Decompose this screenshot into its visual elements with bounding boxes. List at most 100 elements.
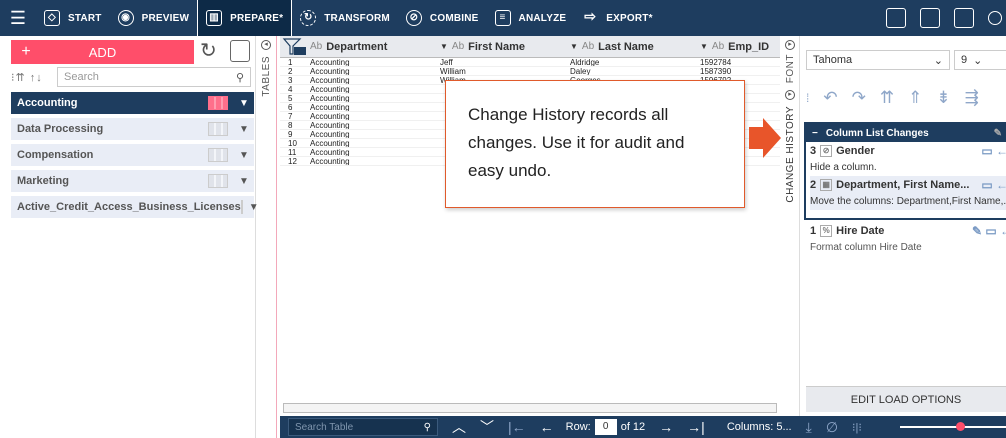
zoom-slider-knob[interactable] xyxy=(956,422,965,431)
filter-icon[interactable] xyxy=(280,36,310,58)
horizontal-scrollbar[interactable] xyxy=(283,403,777,413)
window-icon[interactable] xyxy=(920,8,940,28)
add-button[interactable]: + ADD xyxy=(11,40,194,64)
column-header-last-name[interactable]: ▼ Ab Last Name xyxy=(570,41,700,53)
previous-match-icon[interactable]: ︿ xyxy=(452,417,466,437)
row-number-input[interactable]: 0 xyxy=(594,419,617,435)
collapse-arrow-icon[interactable]: ◂ xyxy=(261,40,271,50)
tab-export[interactable]: ⇨ EXPORT* xyxy=(574,0,660,36)
search-table-input[interactable]: Search Table ⚲ xyxy=(288,418,438,436)
table-cell[interactable]: Accounting xyxy=(310,58,440,66)
next-row-icon[interactable]: → xyxy=(659,419,673,435)
tab-preview[interactable]: ◉ PREVIEW xyxy=(110,0,198,36)
font-size-select[interactable]: 9 ⌄ xyxy=(954,50,1006,70)
text-type-icon: Ab xyxy=(711,41,725,52)
refresh-icon[interactable]: ↻ xyxy=(200,40,222,62)
table-cell[interactable]: Accounting xyxy=(310,103,440,111)
last-row-icon[interactable]: →| xyxy=(687,419,705,435)
freeze-icon[interactable]: ⤓ xyxy=(806,419,812,436)
redo-icon[interactable]: ↷ xyxy=(852,88,866,108)
collapse-icon[interactable]: − xyxy=(812,128,818,139)
table-cell[interactable]: Accounting xyxy=(310,139,440,147)
column-header-department[interactable]: Ab Department xyxy=(310,41,440,53)
table-cell[interactable]: Accounting xyxy=(310,94,440,102)
search-table-placeholder: Search Table xyxy=(295,421,354,433)
table-cell[interactable]: Accounting xyxy=(310,148,440,156)
apply-icon[interactable]: ⇶ xyxy=(965,88,979,108)
column-header-first-name[interactable]: ▼ Ab First Name xyxy=(440,41,570,53)
table-item-label: Compensation xyxy=(17,149,94,161)
fit-width-icon[interactable] xyxy=(230,40,250,62)
history-entry-number: 3 xyxy=(810,145,817,157)
table-search-placeholder: Search xyxy=(64,71,99,83)
tab-transform[interactable]: ↻ TRANSFORM xyxy=(292,0,398,36)
collapse-font-icon[interactable]: ▸ xyxy=(785,40,795,50)
settings-icon[interactable] xyxy=(988,11,1002,25)
history-entry[interactable]: 3 ⊘ Gender ▭ ← Hide a column. xyxy=(806,142,1006,176)
skip-icon[interactable]: ⇟ xyxy=(936,88,950,108)
comment-icon[interactable]: ▭ ← xyxy=(981,144,1006,158)
table-cell[interactable]: Accounting xyxy=(310,130,440,138)
table-search-input[interactable]: Search ⚲ xyxy=(57,67,251,87)
change-history-tab-label[interactable]: CHANGE HISTORY xyxy=(785,106,796,203)
undo-icon[interactable]: ↶ xyxy=(823,88,837,108)
history-entry-desc: Move the columns: Department,First Name,… xyxy=(810,194,1006,210)
table-item-marketing[interactable]: Marketing ▼ xyxy=(11,170,254,192)
history-entry[interactable]: 2 ▦ Department, First Name... ▭ ← Move the … xyxy=(806,176,1006,210)
chevron-down-icon[interactable]: ▼ xyxy=(234,124,254,135)
move-top-icon[interactable]: ⇈ xyxy=(880,88,894,108)
report-icon[interactable] xyxy=(954,8,974,28)
format-column-icon: % xyxy=(820,225,833,237)
zoom-out-icon[interactable]: ⁝|⁝ xyxy=(852,421,862,434)
table-cell[interactable]: Aldridge xyxy=(570,58,700,66)
history-entry[interactable]: 1% Hire Date ✎ ▭ ← Format column Hire Date xyxy=(806,222,1006,256)
table-item-data-processing[interactable]: Data Processing ▼ xyxy=(11,118,254,140)
table-cell[interactable]: Accounting xyxy=(310,85,440,93)
table-cell[interactable]: Accounting xyxy=(310,76,440,84)
table-cell[interactable]: Jeff xyxy=(440,58,570,66)
tables-vertical-tab[interactable]: ◂ TABLES xyxy=(257,36,277,438)
tab-analyze[interactable]: ≡ ANALYZE xyxy=(487,0,575,36)
table-cell[interactable]: Accounting xyxy=(310,121,440,129)
clear-icon[interactable]: ∅ xyxy=(826,419,838,436)
first-row-icon[interactable]: |← xyxy=(508,419,526,435)
panel-toggle-icon[interactable] xyxy=(886,8,906,28)
history-entry-number: 1 xyxy=(810,225,817,237)
table-cell[interactable]: 1587390 xyxy=(700,67,780,75)
table-item-active-credit[interactable]: Active_Credit_Access_Business_Licenses ▼ xyxy=(11,196,259,218)
column-header-emp-id[interactable]: ▼ Ab Emp_ID xyxy=(700,41,780,53)
prev-row-icon[interactable]: ← xyxy=(540,419,554,435)
pencil-icon[interactable]: ✎ xyxy=(994,128,1002,139)
zoom-slider[interactable] xyxy=(900,426,1006,428)
table-row[interactable]: 1 Accounting Jeff Aldridge 1592784 xyxy=(280,58,780,67)
history-group-header[interactable]: − Column List Changes ✎ xyxy=(806,124,1006,142)
table-item-compensation[interactable]: Compensation ▼ xyxy=(11,144,254,166)
collapse-history-icon[interactable]: ▸ xyxy=(785,90,795,100)
tab-combine[interactable]: ⊘ COMBINE xyxy=(398,0,487,36)
edit-comment-icon[interactable]: ✎ ▭ ← xyxy=(972,224,1006,238)
chevron-down-icon[interactable]: ▼ xyxy=(234,150,254,161)
tab-prepare[interactable]: ▥ PREPARE* xyxy=(197,0,293,36)
table-cell[interactable]: Accounting xyxy=(310,112,440,120)
comment-icon[interactable]: ▭ ← xyxy=(981,178,1006,192)
table-row[interactable]: 2 Accounting William Daley 1587390 xyxy=(280,67,780,76)
table-cell[interactable]: Accounting xyxy=(310,157,440,165)
font-family-select[interactable]: Tahoma ⌄ xyxy=(806,50,950,70)
next-match-icon[interactable]: ﹀ xyxy=(480,417,494,437)
row-number-cell: 11 xyxy=(288,148,297,156)
tables-tab-label: TABLES xyxy=(261,56,272,97)
table-cell[interactable]: 1592784 xyxy=(700,58,780,66)
tab-start[interactable]: ◇ START xyxy=(36,0,110,36)
sort-icon[interactable]: ⁝⇈ ↑↓ xyxy=(11,71,57,84)
table-item-accounting[interactable]: Accounting ▼ xyxy=(11,92,254,114)
table-cell[interactable]: William xyxy=(440,67,570,75)
chevron-down-icon[interactable]: ▼ xyxy=(234,98,254,109)
move-up-icon[interactable]: ⇑ xyxy=(908,88,922,108)
edit-load-options-button[interactable]: EDIT LOAD OPTIONS xyxy=(806,386,1006,412)
font-tab-label[interactable]: FONT xyxy=(785,54,796,83)
chevron-down-icon[interactable]: ▼ xyxy=(234,176,254,187)
row-number-cell: 4 xyxy=(288,85,293,93)
table-cell[interactable]: Accounting xyxy=(310,67,440,75)
hamburger-menu-icon[interactable]: ☰ xyxy=(0,8,36,29)
table-cell[interactable]: Daley xyxy=(570,67,700,75)
